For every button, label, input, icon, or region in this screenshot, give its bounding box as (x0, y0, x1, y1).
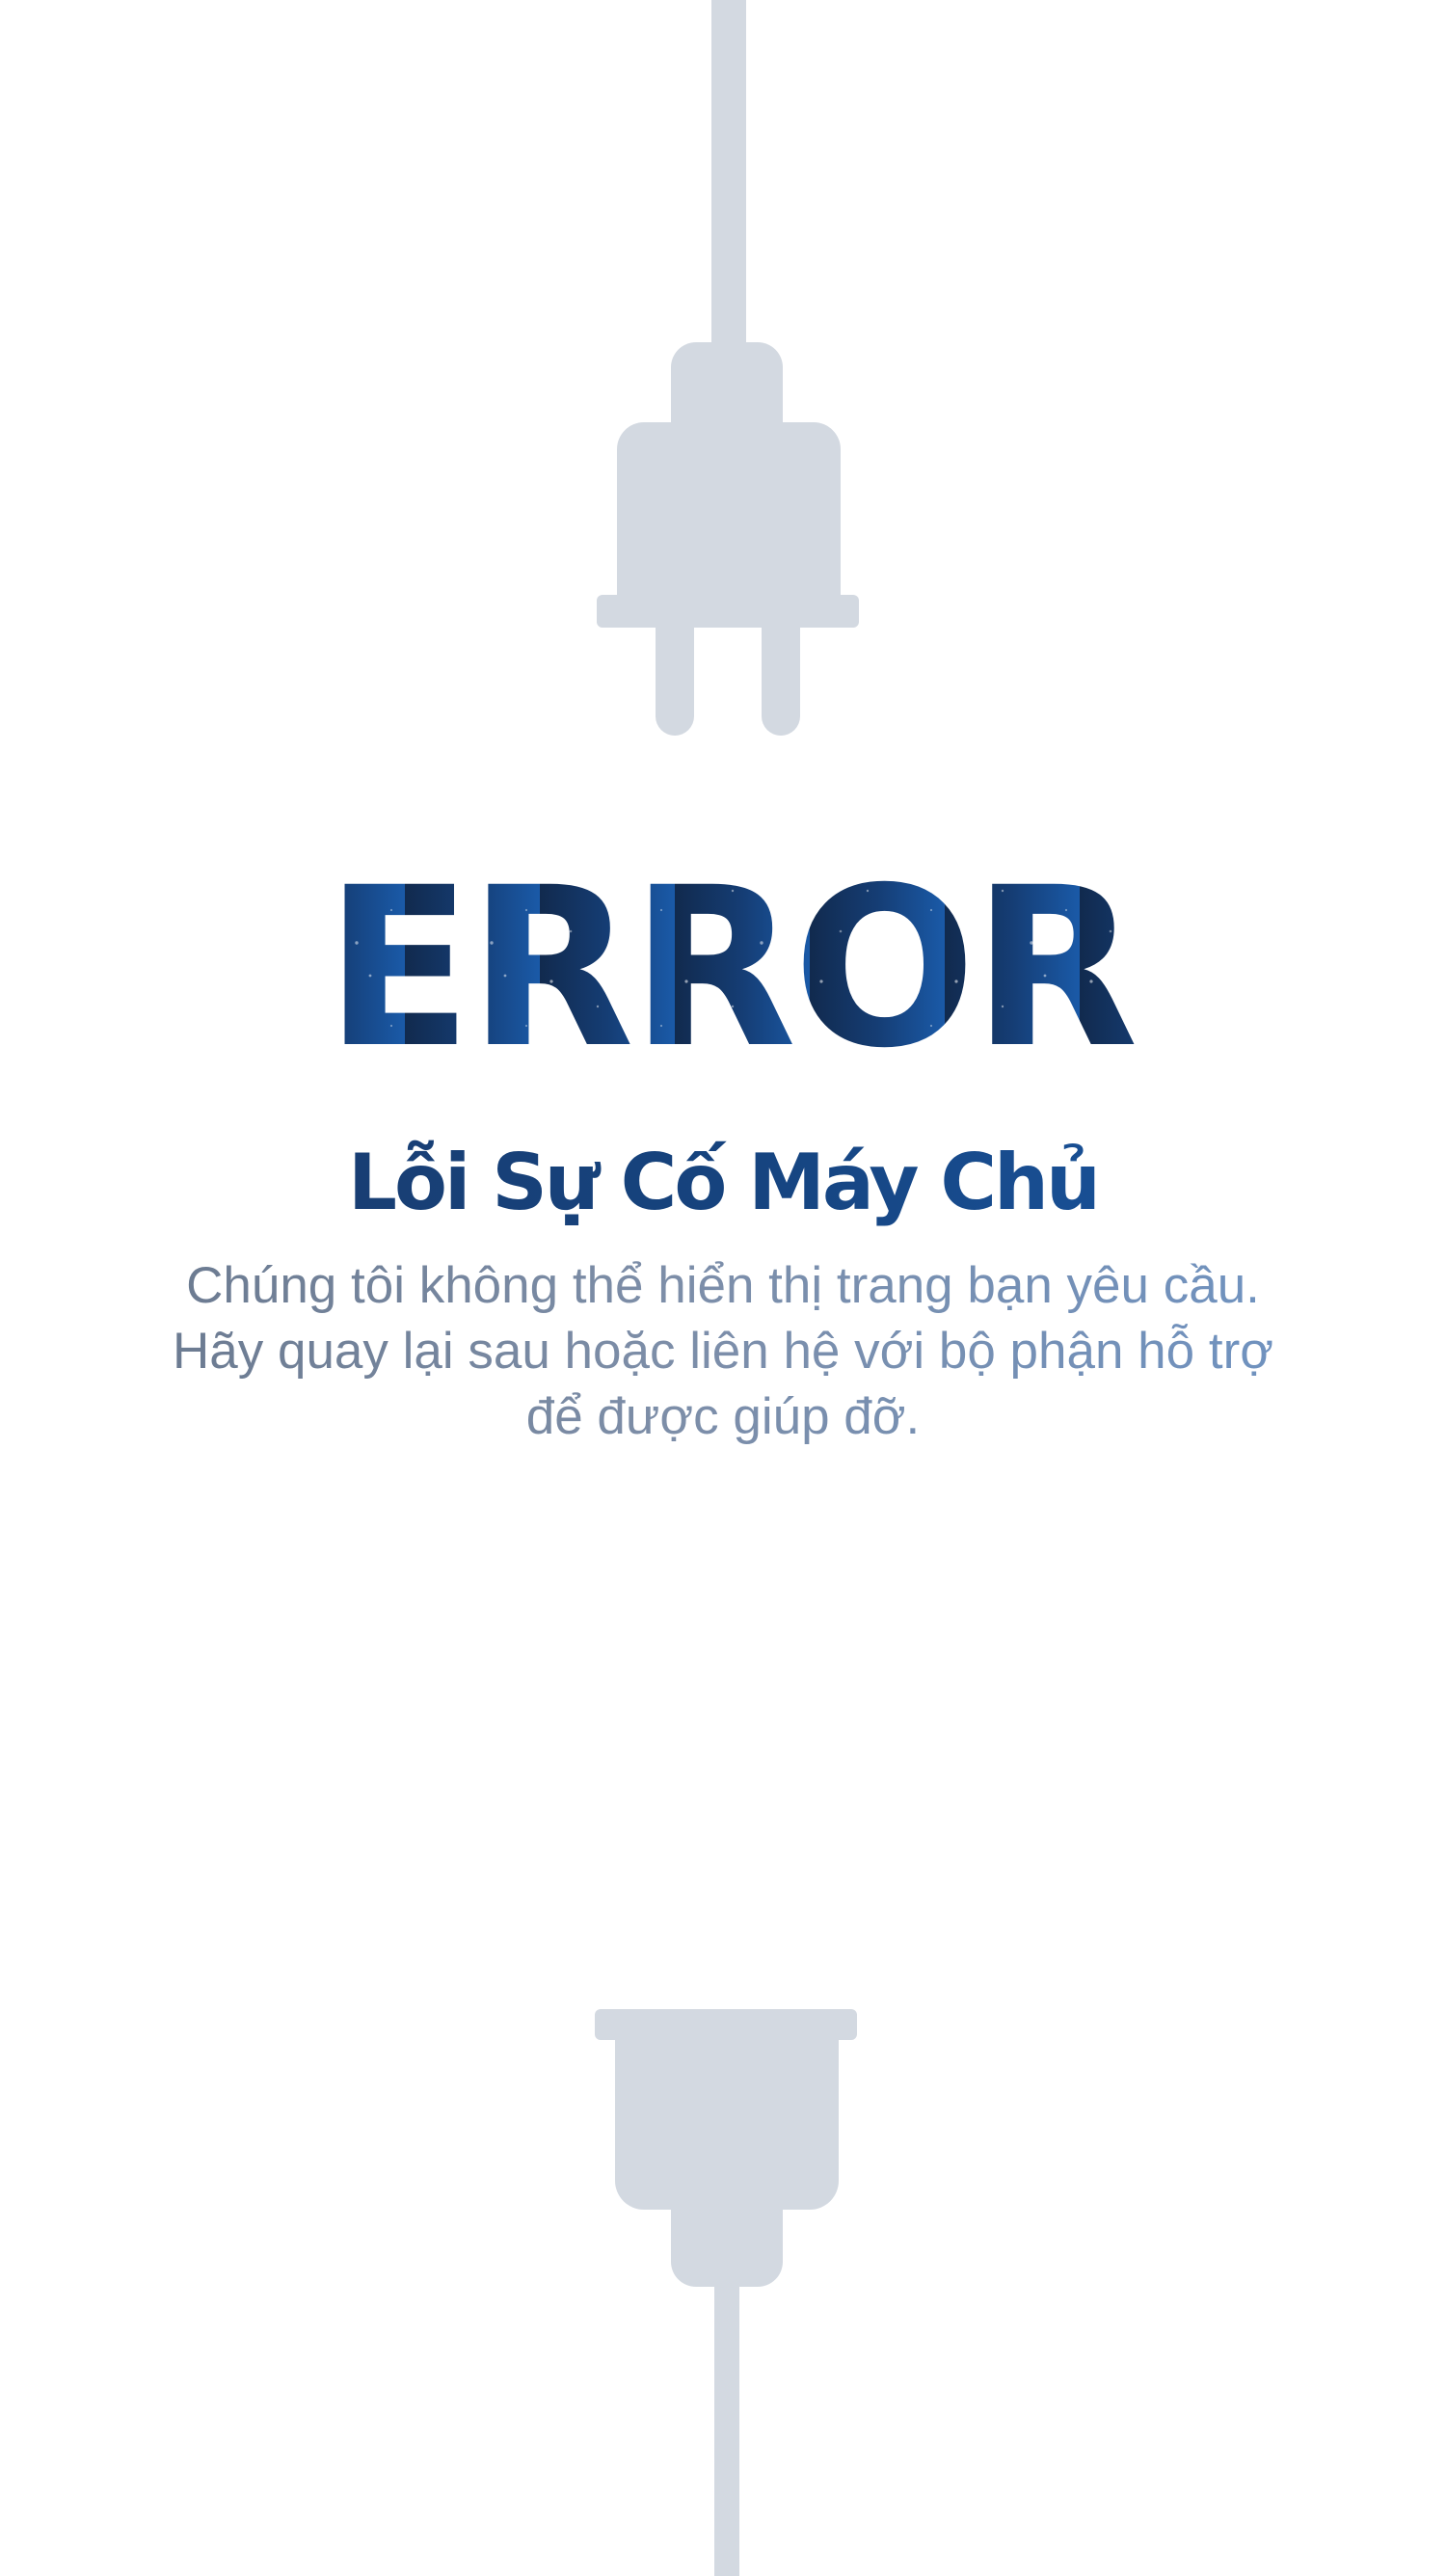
power-plug-icon (597, 0, 859, 736)
error-heading-text: ERROR (325, 848, 1135, 1051)
page-title: Lỗi Sự Cố Máy Chủ (0, 1130, 1446, 1236)
socket-shape (595, 2009, 857, 2576)
error-message: Chúng tôi không thể hiển thị trang bạn y… (145, 1253, 1301, 1450)
error-heading: ERROR (325, 848, 1138, 1051)
error-page: ERROR Lỗi Sự Cố Máy Chủ Chúng tôi không … (0, 0, 1446, 2576)
